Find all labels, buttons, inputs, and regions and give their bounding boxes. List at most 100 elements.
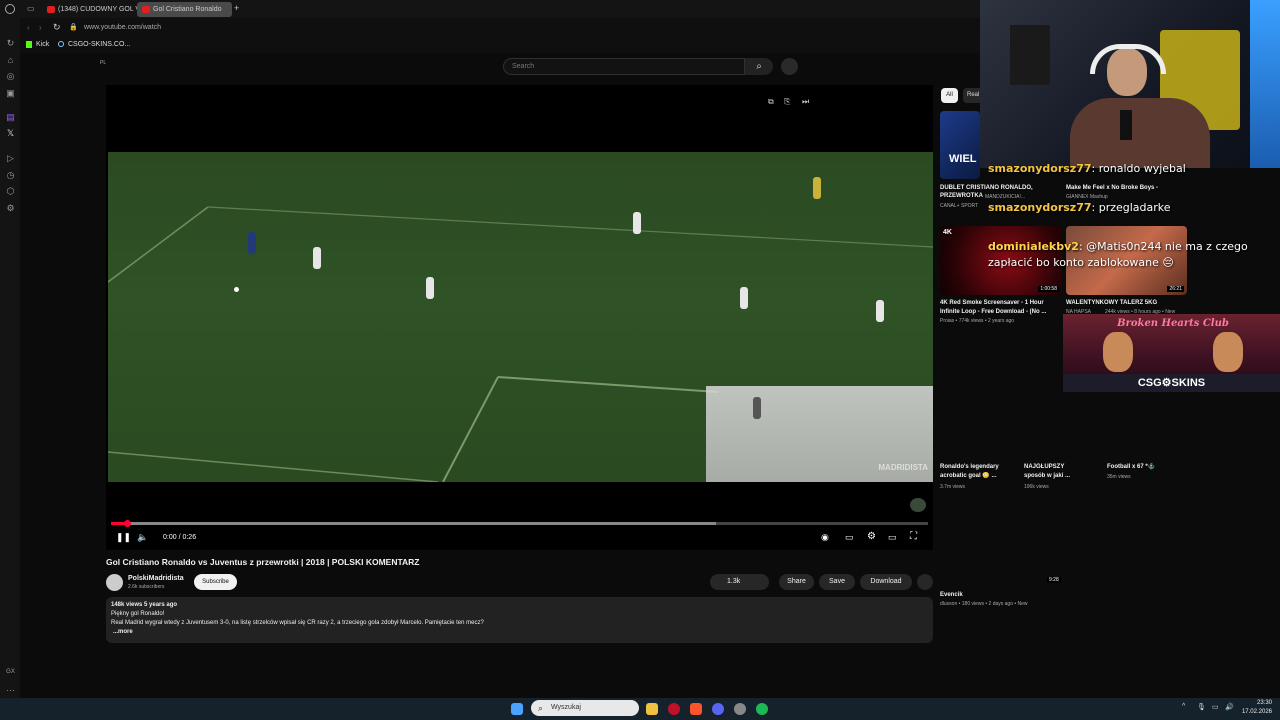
avatar[interactable] xyxy=(781,58,798,75)
search-icon: ⌕ xyxy=(756,61,762,72)
csgo-skins-icon xyxy=(58,41,64,47)
short-title[interactable]: acrobatic goal 😳 ... xyxy=(940,472,996,480)
autoplay-icon[interactable]: ◉ xyxy=(821,532,829,543)
character xyxy=(1103,332,1133,372)
progress-track[interactable] xyxy=(111,520,928,527)
share-button[interactable]: Share xyxy=(779,574,814,590)
file-explorer-icon[interactable] xyxy=(646,703,658,715)
speaker-icon[interactable]: 🔊 xyxy=(1225,703,1234,711)
brave-icon[interactable] xyxy=(690,703,702,715)
tray-chevron-icon[interactable]: ^ xyxy=(1182,703,1185,710)
rec-title[interactable]: WALENTYNKOWY TALERZ 5KG xyxy=(1066,299,1157,307)
short-title[interactable]: Football x 67 *🤹‍♂️ xyxy=(1107,463,1155,471)
discord-icon[interactable] xyxy=(712,703,724,715)
skip-icon[interactable]: ⏭ xyxy=(802,97,809,107)
whatsapp-icon[interactable]: ▣ xyxy=(5,88,16,99)
chat-user: smazonydorsz77 xyxy=(988,162,1092,175)
description-line: Real Madrid wygrał wtedy z Juventusem 3-… xyxy=(111,620,484,626)
subtitles-icon[interactable]: ▭ xyxy=(845,532,854,543)
video-time: 0:00 / 0:26 xyxy=(163,534,197,541)
more-icon[interactable]: … xyxy=(5,683,16,694)
chat-message: smazonydorsz77: przegladarke xyxy=(988,201,1171,214)
sponsor-banner: Broken Hearts Club CSG⚙SKINS xyxy=(1063,314,1280,392)
forward-icon[interactable]: › xyxy=(39,23,42,32)
gx-icon[interactable]: GX xyxy=(5,667,16,678)
extensions-icon[interactable]: ⬡ xyxy=(5,186,16,197)
rec-title[interactable]: DUBLET CRISTIANO RONALDO, xyxy=(940,184,1033,192)
new-tab-icon[interactable]: + xyxy=(234,3,239,13)
bookmark-csgo[interactable]: CSGO-SKINS.CO... xyxy=(68,41,130,48)
microphone xyxy=(1120,110,1132,140)
short-meta: 196k views xyxy=(1024,484,1049,490)
rec-title[interactable]: PRZEWROTKA xyxy=(940,192,983,200)
tab-list-icon[interactable]: ▭ xyxy=(27,4,35,13)
channel-watermark-icon[interactable] xyxy=(910,498,926,512)
description-box[interactable]: 148k views 5 years ago Piękny gol Ronald… xyxy=(106,597,933,643)
description-more[interactable]: ...more xyxy=(111,629,928,635)
more-actions-button[interactable] xyxy=(917,574,933,590)
fullscreen-icon[interactable]: ⛶ xyxy=(910,531,917,542)
settings-icon[interactable]: ⚙ xyxy=(5,203,16,214)
pause-icon[interactable]: ❚❚ xyxy=(116,532,131,543)
goalkeeper xyxy=(753,397,761,419)
rec-title[interactable]: MANDZUKICIA!... xyxy=(985,194,1025,200)
chip-all[interactable]: All xyxy=(941,88,958,103)
tab-gol-cristiano[interactable]: Gol Cristiano Ronaldo xyxy=(137,2,232,17)
clock-date[interactable]: 17.02.2026 xyxy=(1240,709,1272,715)
streamer-hoodie xyxy=(1070,98,1210,168)
twitch-icon[interactable]: ▤ xyxy=(5,112,16,123)
theater-mode-icon[interactable]: ▭ xyxy=(888,532,897,543)
video-watermark: MADRIDISTA xyxy=(878,463,928,472)
taskbar-search-label: Wyszukaj xyxy=(551,704,581,711)
play-icon[interactable]: ▷ xyxy=(5,153,16,164)
rec-title[interactable]: 4K Red Smoke Screensaver - 1 Hour xyxy=(940,299,1044,307)
clock-time[interactable]: 23:30 xyxy=(1252,700,1272,706)
rec-title[interactable]: Make Me Feel x No Broke Boys - xyxy=(1066,184,1158,192)
channel-avatar[interactable] xyxy=(106,574,123,591)
progress-buffered xyxy=(111,522,716,525)
miniplayer-icon[interactable]: ⧉ xyxy=(768,97,774,107)
messenger-icon[interactable]: ◎ xyxy=(5,71,16,82)
rec-title[interactable]: GIANNEX Mashup xyxy=(1066,194,1108,200)
mic-icon[interactable]: 🎙 xyxy=(1197,703,1206,711)
tab-cudowny-gol[interactable]: (1348) CUDOWNY GOL VI xyxy=(42,2,152,17)
volume-icon[interactable]: 🔈 xyxy=(137,532,148,543)
reload-icon[interactable]: ↻ xyxy=(53,22,61,33)
chat-text: przegladarke xyxy=(1098,201,1171,214)
download-button[interactable]: Download xyxy=(860,574,912,590)
subscribe-button[interactable]: Subscribe xyxy=(194,574,237,590)
history-icon[interactable]: ◷ xyxy=(5,170,16,181)
network-icon[interactable]: ▭ xyxy=(1212,703,1219,711)
save-button[interactable]: Save xyxy=(819,574,855,590)
search-button[interactable]: ⌕ xyxy=(745,58,773,75)
opera-gx-icon[interactable] xyxy=(668,703,680,715)
search-input[interactable]: Search xyxy=(503,58,745,75)
thumb-badge: 4K xyxy=(943,229,952,236)
taskbar-search[interactable]: ⌕ Wyszukaj xyxy=(531,700,639,716)
back-icon[interactable]: ‹ xyxy=(27,23,30,32)
channel-name[interactable]: PolskiMadridista xyxy=(128,575,184,582)
spotify-icon[interactable] xyxy=(756,703,768,715)
short-title[interactable]: Ronaldo's legendary xyxy=(940,463,999,471)
short-title[interactable]: sposób w jaki ... xyxy=(1024,472,1070,480)
windows-start-icon[interactable] xyxy=(511,703,523,715)
refresh-icon[interactable]: ↻ xyxy=(5,38,16,49)
short-title[interactable]: NAJGŁUPSZY xyxy=(1024,463,1064,471)
description-line: Piękny gol Ronaldo! xyxy=(111,611,165,617)
cast-icon[interactable]: ⎘ xyxy=(784,97,790,107)
like-button[interactable]: 1.3k xyxy=(710,574,769,590)
video-frame: MADRIDISTA xyxy=(108,152,933,482)
url-field[interactable]: www.youtube.com/watch xyxy=(84,24,161,31)
steam-icon[interactable] xyxy=(734,703,746,715)
shop-icon[interactable]: ⌂ xyxy=(5,55,16,66)
bookmark-kick[interactable]: Kick xyxy=(36,41,49,48)
channel-subs: 2.6k subscribers xyxy=(128,584,165,590)
settings-gear-icon[interactable]: ⚙ xyxy=(867,531,876,542)
opera-logo-icon[interactable] xyxy=(5,4,15,14)
kick-icon xyxy=(26,41,32,48)
rec-title[interactable]: Evencik xyxy=(940,591,963,599)
address-bar: ‹ › ↻ 🔒 www.youtube.com/watch xyxy=(20,18,980,37)
rec-title[interactable]: Infinite Loop - Free Download - (No ... xyxy=(940,308,1046,316)
x-icon[interactable]: 𝕏 xyxy=(5,128,16,139)
rec-thumbnail[interactable]: WIEL xyxy=(940,111,980,179)
